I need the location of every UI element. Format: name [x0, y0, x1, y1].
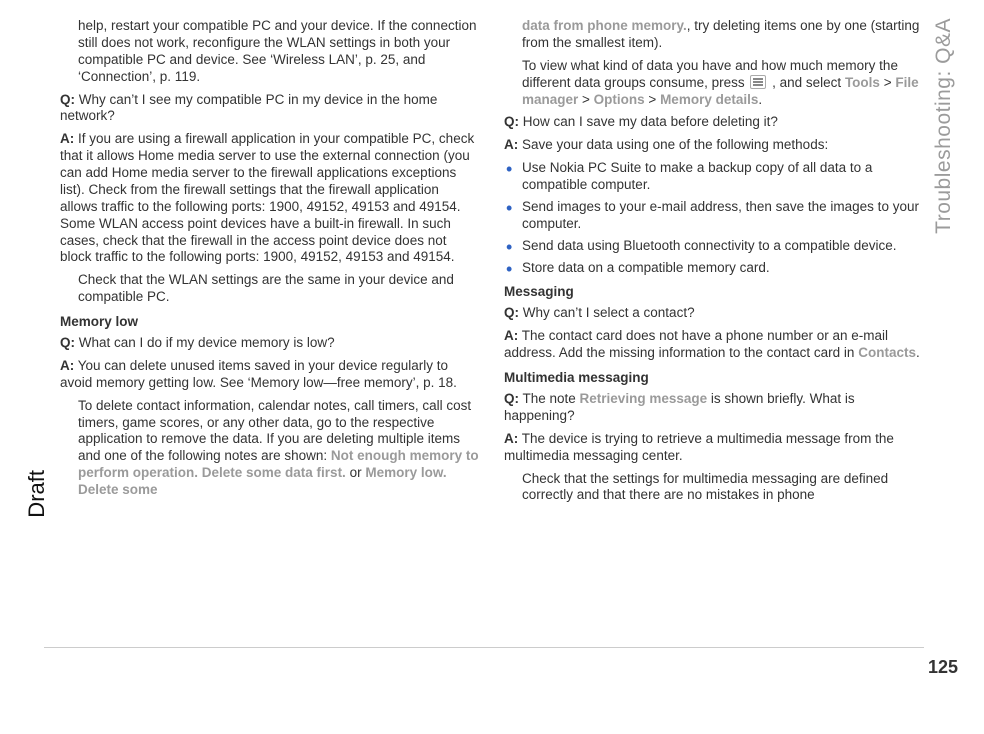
- question: Q: What can I do if my device memory is …: [60, 335, 480, 352]
- two-column-layout: help, restart your compatible PC and you…: [60, 18, 924, 510]
- draft-label-vertical: Draft: [24, 470, 50, 518]
- section-label-vertical: Troubleshooting: Q&A: [932, 18, 956, 234]
- answer-continuation: Check that the WLAN settings are the sam…: [60, 272, 480, 306]
- q-text: Why can’t I see my compatible PC in my d…: [60, 92, 437, 124]
- or-text: or: [346, 465, 366, 480]
- a-text: If you are using a firewall application …: [60, 131, 474, 264]
- answer: A: If you are using a firewall applicati…: [60, 131, 480, 266]
- answer-continuation: To delete contact information, calendar …: [60, 398, 480, 499]
- sep: >: [880, 75, 895, 90]
- q-text-a: The note: [519, 391, 580, 406]
- answer-continuation: Check that the settings for multimedia m…: [504, 471, 924, 505]
- qa-block: A: The contact card does not have a phon…: [504, 328, 924, 362]
- subheading-messaging: Messaging: [504, 284, 924, 299]
- subheading-memory-low: Memory low: [60, 314, 480, 329]
- a-text: Save your data using one of the followin…: [518, 137, 828, 152]
- instruction-paragraph: To view what kind of data you have and h…: [504, 58, 924, 109]
- manual-page: Troubleshooting: Q&A Draft help, restart…: [0, 0, 984, 734]
- a-label: A:: [504, 431, 518, 446]
- qa-block: Q: The note Retrieving message is shown …: [504, 391, 924, 425]
- continuation-paragraph: data from phone memory., try deleting it…: [504, 18, 924, 52]
- question: Q: How can I save my data before deletin…: [504, 114, 924, 131]
- list-item: Send data using Bluetooth connectivity t…: [522, 238, 924, 255]
- a-label: A:: [60, 131, 74, 146]
- answer: A: Save your data using one of the follo…: [504, 137, 924, 154]
- q-text: How can I save my data before deleting i…: [519, 114, 778, 129]
- q-text: Why can’t I select a contact?: [519, 305, 695, 320]
- qa-block: Q: Why can’t I select a contact?: [504, 305, 924, 322]
- qa-block: A: If you are using a firewall applicati…: [60, 131, 480, 306]
- question: Q: Why can’t I see my compatible PC in m…: [60, 92, 480, 126]
- qa-block: Q: How can I save my data before deletin…: [504, 114, 924, 131]
- instr-b: , and select: [768, 75, 845, 90]
- a-text: The device is trying to retrieve a multi…: [504, 431, 894, 463]
- a-label: A:: [504, 328, 518, 343]
- q-label: Q:: [504, 114, 519, 129]
- page-number: 125: [928, 657, 958, 678]
- sep: >: [578, 92, 593, 107]
- period: .: [916, 345, 920, 360]
- answer: A: The contact card does not have a phon…: [504, 328, 924, 362]
- question: Q: The note Retrieving message is shown …: [504, 391, 924, 425]
- column-left: help, restart your compatible PC and you…: [60, 18, 480, 510]
- sep: >: [645, 92, 660, 107]
- q-label: Q:: [60, 335, 75, 350]
- a-label: A:: [60, 358, 74, 373]
- ui-note-text: Retrieving message: [580, 391, 708, 406]
- a-text: The contact card does not have a phone n…: [504, 328, 888, 360]
- qa-block: A: You can delete unused items saved in …: [60, 358, 480, 499]
- menu-path-memory-details: Memory details: [660, 92, 758, 107]
- qa-block: Q: What can I do if my device memory is …: [60, 335, 480, 352]
- question: Q: Why can’t I select a contact?: [504, 305, 924, 322]
- a-label: A:: [504, 137, 518, 152]
- q-text: What can I do if my device memory is low…: [75, 335, 335, 350]
- q-label: Q:: [60, 92, 75, 107]
- subheading-mms: Multimedia messaging: [504, 370, 924, 385]
- list-item: Send images to your e-mail address, then…: [522, 199, 924, 233]
- ui-note-text: data from phone memory.: [522, 18, 687, 33]
- answer: A: The device is trying to retrieve a mu…: [504, 431, 924, 465]
- qa-block: Q: Why can’t I see my compatible PC in m…: [60, 92, 480, 126]
- a-text: You can delete unused items saved in you…: [60, 358, 457, 390]
- menu-path-tools: Tools: [845, 75, 880, 90]
- answer: A: You can delete unused items saved in …: [60, 358, 480, 392]
- period: .: [758, 92, 762, 107]
- list-item: Store data on a compatible memory card.: [522, 260, 924, 277]
- menu-key-icon: [750, 75, 766, 89]
- continuation-paragraph: help, restart your compatible PC and you…: [60, 18, 480, 86]
- app-name-contacts: Contacts: [858, 345, 916, 360]
- menu-path-options: Options: [594, 92, 645, 107]
- bullet-list: Use Nokia PC Suite to make a backup copy…: [504, 160, 924, 276]
- qa-block: A: The device is trying to retrieve a mu…: [504, 431, 924, 505]
- column-right: data from phone memory., try deleting it…: [504, 18, 924, 510]
- footer-rule: [44, 647, 924, 648]
- qa-block: A: Save your data using one of the follo…: [504, 137, 924, 154]
- q-label: Q:: [504, 305, 519, 320]
- list-item: Use Nokia PC Suite to make a backup copy…: [522, 160, 924, 194]
- q-label: Q:: [504, 391, 519, 406]
